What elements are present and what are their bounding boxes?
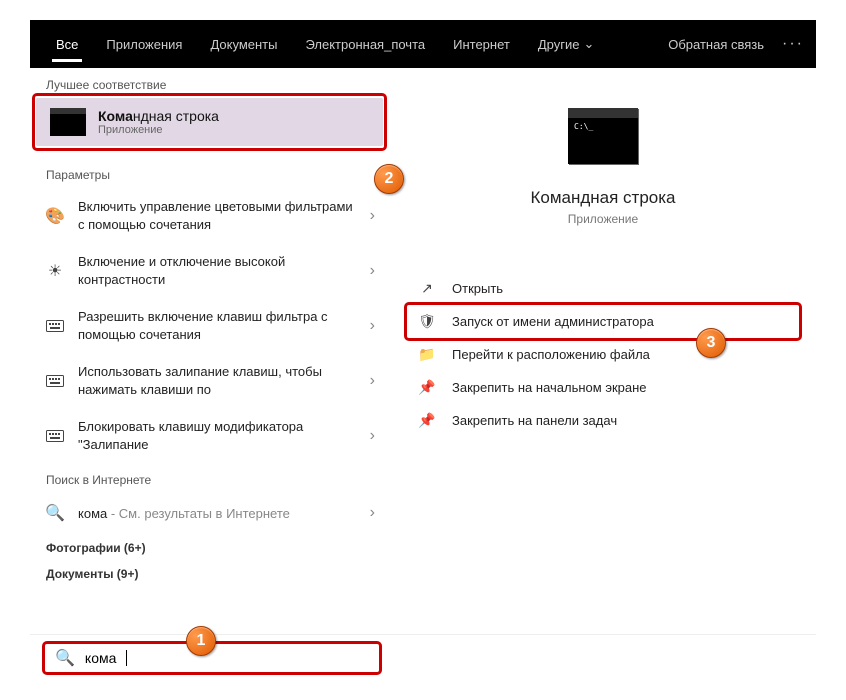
action-label: Запуск от имени администратора [452, 314, 654, 329]
section-best-match: Лучшее соответствие [30, 68, 389, 98]
keyboard-icon [44, 374, 66, 388]
search-icon: 🔍 [55, 648, 75, 668]
folder-icon: 📁 [418, 346, 436, 363]
web-search-item[interactable]: 🔍 кома - См. результаты в Интернете › [30, 493, 389, 533]
chevron-right-icon: › [370, 372, 375, 390]
settings-item[interactable]: 🎨 Включить управление цветовыми фильтрам… [30, 188, 389, 243]
chevron-down-icon: ⌄ [583, 36, 594, 52]
tab-apps[interactable]: Приложения [92, 20, 196, 68]
tab-all[interactable]: Все [42, 20, 92, 68]
app-large-icon [568, 108, 638, 164]
admin-icon: 🛡 [418, 313, 436, 330]
item-text: кома - См. результаты в Интернете [78, 505, 358, 523]
annotation-badge-3: 3 [696, 328, 726, 358]
color-filter-icon: 🎨 [44, 206, 66, 226]
item-text: Разрешить включение клавиш фильтра с пом… [78, 308, 358, 343]
action-open[interactable]: ↗ Открыть [414, 272, 792, 305]
best-match-subtitle: Приложение [98, 124, 219, 136]
contrast-icon: ☀ [44, 261, 66, 281]
pin-icon: 📌 [418, 379, 436, 396]
search-text: кома [85, 650, 116, 666]
chevron-right-icon: › [370, 207, 375, 225]
item-text: Включить управление цветовыми фильтрами … [78, 198, 358, 233]
settings-item[interactable]: Блокировать клавишу модификатора "Залипа… [30, 408, 389, 463]
item-text: Блокировать клавишу модификатора "Залипа… [78, 418, 358, 453]
pin-icon: 📌 [418, 412, 436, 429]
action-label: Открыть [452, 281, 503, 296]
annotation-badge-1: 1 [186, 626, 216, 656]
settings-item[interactable]: Использовать залипание клавиш, чтобы наж… [30, 353, 389, 408]
action-label: Закрепить на панели задач [452, 413, 617, 428]
tab-label: Приложения [106, 37, 182, 52]
action-file-location[interactable]: 📁 Перейти к расположению файла [414, 338, 792, 371]
settings-item[interactable]: Разрешить включение клавиш фильтра с пом… [30, 298, 389, 353]
text-caret [126, 650, 127, 666]
tab-label: Другие [538, 37, 580, 52]
search-icon: 🔍 [44, 503, 66, 523]
keyboard-icon [44, 429, 66, 443]
tab-label: Электронная_почта [305, 37, 425, 52]
section-documents[interactable]: Документы (9+) [30, 559, 389, 585]
tab-documents[interactable]: Документы [196, 20, 291, 68]
tab-label: Документы [210, 37, 277, 52]
chevron-right-icon: › [370, 262, 375, 280]
chevron-right-icon: › [370, 504, 375, 522]
keyboard-icon [44, 319, 66, 333]
action-pin-taskbar[interactable]: 📌 Закрепить на панели задач [414, 404, 792, 437]
chevron-right-icon: › [370, 317, 375, 335]
tab-other[interactable]: Другие⌄ [524, 20, 609, 68]
action-label: Закрепить на начальном экране [452, 380, 647, 395]
preview-subtitle: Приложение [568, 212, 638, 226]
item-text: Использовать залипание клавиш, чтобы наж… [78, 363, 358, 398]
more-icon[interactable]: ··· [782, 35, 804, 53]
section-photos[interactable]: Фотографии (6+) [30, 533, 389, 559]
section-web: Поиск в Интернете [30, 463, 389, 493]
annotation-badge-2: 2 [374, 164, 404, 194]
action-run-as-admin[interactable]: 🛡 Запуск от имени администратора [414, 305, 792, 338]
chevron-right-icon: › [370, 427, 375, 445]
tab-label: Все [56, 37, 78, 52]
settings-item[interactable]: ☀ Включение и отключение высокой контрас… [30, 243, 389, 298]
open-icon: ↗ [418, 280, 436, 297]
tab-internet[interactable]: Интернет [439, 20, 524, 68]
best-match-title: Командная строка [98, 108, 219, 124]
action-label: Перейти к расположению файла [452, 347, 650, 362]
best-match-item[interactable]: Командная строка Приложение [36, 98, 383, 146]
feedback-link[interactable]: Обратная связь [668, 37, 764, 52]
tab-email[interactable]: Электронная_почта [291, 20, 439, 68]
action-pin-start[interactable]: 📌 Закрепить на начальном экране [414, 371, 792, 404]
item-text: Включение и отключение высокой контрастн… [78, 253, 358, 288]
section-settings: Параметры [30, 158, 389, 188]
tab-label: Интернет [453, 37, 510, 52]
preview-title: Командная строка [530, 188, 675, 208]
cmd-icon [50, 108, 86, 136]
